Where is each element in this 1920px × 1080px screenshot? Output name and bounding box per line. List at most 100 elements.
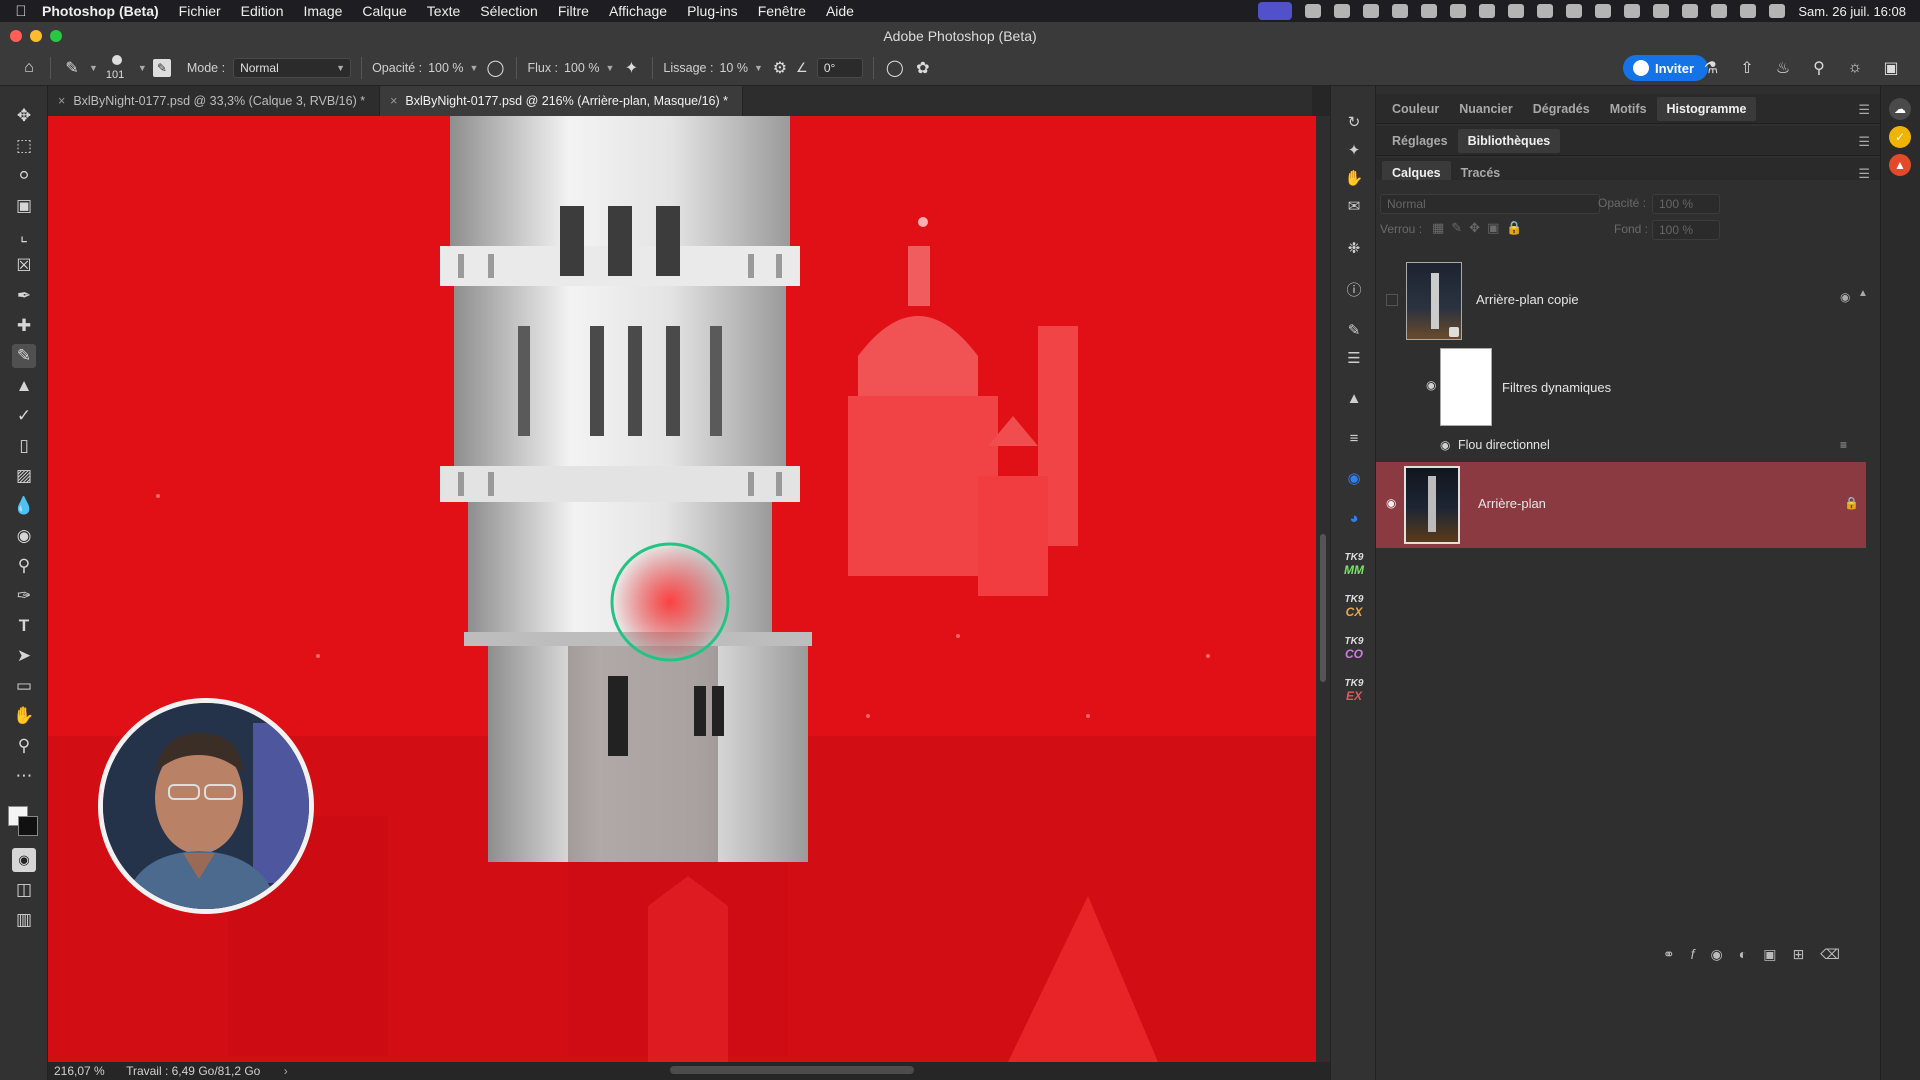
path-selection-tool-icon[interactable]: ➤ — [12, 644, 36, 668]
eye-icon[interactable]: ◉ — [1386, 496, 1396, 510]
chevron-down-icon[interactable]: ▼ — [89, 63, 98, 73]
premiere-icon[interactable] — [1479, 4, 1496, 18]
panel-menu-icon[interactable]: ☰ — [1858, 134, 1870, 150]
smart-filters-row[interactable]: ◉ Filtres dynamiques — [1376, 346, 1846, 430]
tab-reglages[interactable]: Réglages — [1382, 129, 1458, 153]
document-info[interactable]: Travail : 6,49 Go/81,2 Go — [126, 1064, 260, 1078]
menu-calque[interactable]: Calque — [362, 3, 406, 19]
new-layer-icon[interactable]: ⊞ — [1792, 946, 1804, 963]
object-selection-tool-icon[interactable]: ▣ — [12, 194, 36, 218]
move-tool-icon[interactable]: ✥ — [12, 104, 36, 128]
lock-icons[interactable]: ▦✎✥▣🔒 — [1432, 220, 1530, 236]
filter-row[interactable]: ◉ Flou directionnel ≡ — [1376, 432, 1847, 460]
bell-icon[interactable]: ♨ — [1772, 57, 1794, 79]
adjustment-layer-icon[interactable]: ◐ — [1739, 946, 1747, 963]
chevron-down-icon[interactable]: ▼ — [138, 63, 147, 73]
flame-icon[interactable] — [1305, 4, 1322, 18]
layer-thumbnail[interactable] — [1404, 466, 1460, 544]
flask-icon[interactable]: ⚗ — [1700, 57, 1722, 79]
tk9-mm-icon[interactable]: TK9 MM — [1340, 552, 1368, 576]
layer-opacity-input[interactable]: 100 % — [1652, 194, 1720, 214]
background-color-swatch[interactable] — [18, 816, 38, 836]
menu-edition[interactable]: Edition — [241, 3, 284, 19]
flow-input[interactable]: 100 % — [564, 61, 599, 75]
cursor-icon[interactable] — [1392, 4, 1409, 18]
tab-document-1[interactable]: × BxlByNight-0177.psd @ 33,3% (Calque 3, … — [48, 86, 381, 116]
brush-settings-panel-icon[interactable]: ✎ — [1343, 320, 1365, 342]
tab-bibliotheques[interactable]: Bibliothèques — [1457, 128, 1561, 153]
columns-icon[interactable] — [1566, 4, 1583, 18]
menu-aide[interactable]: Aide — [826, 3, 854, 19]
plugin-blue-icon-2[interactable]: ◕ — [1343, 508, 1365, 530]
chevron-up-icon[interactable]: ▲ — [1858, 288, 1868, 299]
chevron-down-icon[interactable]: ▼ — [470, 63, 479, 73]
eye-icon[interactable]: ◉ — [1440, 438, 1450, 452]
close-tab-icon[interactable]: × — [390, 94, 397, 108]
eye-icon[interactable]: ◉ — [1426, 378, 1436, 392]
workspace-icon[interactable]: ▣ — [1880, 57, 1902, 79]
filter-mask-thumbnail[interactable] — [1440, 348, 1492, 426]
menu-fenetre[interactable]: Fenêtre — [758, 3, 806, 19]
menu-selection[interactable]: Sélection — [480, 3, 538, 19]
filter-options-icon[interactable]: ≡ — [1840, 438, 1847, 452]
comments-panel-icon[interactable]: ✉ — [1343, 196, 1365, 218]
zoom-level[interactable]: 216,07 % — [54, 1064, 105, 1078]
wifi-icon[interactable] — [1711, 4, 1728, 18]
link-layers-icon[interactable]: ⚭ — [1663, 946, 1675, 963]
delete-layer-icon[interactable]: ⌫ — [1820, 946, 1840, 963]
marquee-tool-icon[interactable]: ⬚ — [12, 134, 36, 158]
tab-document-2[interactable]: × BxlByNight-0177.psd @ 216% (Arrière-pla… — [380, 86, 743, 116]
blur-tool-icon[interactable]: 💧 — [12, 494, 36, 518]
chevron-right-icon[interactable]: › — [284, 1064, 288, 1078]
invite-button[interactable]: Inviter — [1622, 55, 1708, 81]
screen-record-icon[interactable] — [1258, 2, 1293, 20]
clone-stamp-tool-icon[interactable]: ▲ — [12, 374, 36, 398]
horizontal-scrollbar[interactable] — [670, 1066, 914, 1074]
hand-panel-icon[interactable]: ✋ — [1343, 168, 1365, 190]
share-export-icon[interactable]: ▥ — [12, 908, 36, 932]
eye-status-icon[interactable] — [1450, 4, 1467, 18]
cloud-icon[interactable]: ☁ — [1889, 98, 1911, 120]
close-window-icon[interactable] — [10, 30, 22, 42]
clipboard-icon[interactable] — [1537, 4, 1554, 18]
tk9-co-icon[interactable]: TK9 CO — [1340, 636, 1368, 660]
smoothing-input[interactable]: 10 % — [719, 61, 748, 75]
tk9-ex-icon[interactable]: TK9 EX — [1340, 678, 1368, 702]
chevron-down-icon[interactable]: ▼ — [754, 63, 763, 73]
screen-mode-icon[interactable]: ◫ — [12, 878, 36, 902]
lasso-tool-icon[interactable]: ⚪ — [12, 164, 36, 188]
angle-input[interactable]: 0° — [816, 57, 863, 78]
layer-row-selected[interactable]: ◉ Arrière-plan 🔒 — [1376, 462, 1866, 548]
properties-panel-icon[interactable]: ≡ — [1343, 428, 1365, 450]
clone-source-panel-icon[interactable]: ▲ — [1343, 388, 1365, 410]
more-tools-icon[interactable]: ⋯ — [12, 764, 36, 788]
close-tab-icon[interactable]: × — [58, 94, 65, 108]
layer-row[interactable]: Arrière-plan copie ◉ ▲ — [1376, 260, 1868, 344]
clock[interactable]: Sam. 26 juil. 16:08 — [1798, 4, 1906, 19]
quick-mask-icon[interactable]: ◉ — [12, 848, 36, 872]
plugin-red-icon[interactable]: ▲ — [1889, 154, 1911, 176]
vertical-scrollbar[interactable] — [1316, 116, 1330, 1062]
filter-name[interactable]: Flou directionnel — [1458, 438, 1550, 452]
tab-nuancier[interactable]: Nuancier — [1449, 97, 1523, 121]
brush-tool-icon[interactable]: ✎ — [12, 344, 36, 368]
tab-couleur[interactable]: Couleur — [1382, 97, 1449, 121]
tab-histogramme[interactable]: Histogramme — [1656, 96, 1757, 121]
app-menu[interactable]: Photoshop (Beta) — [42, 3, 159, 19]
minimize-window-icon[interactable] — [30, 30, 42, 42]
pressure-size-icon[interactable]: ◯ — [884, 57, 906, 79]
chevron-down-icon[interactable]: ▼ — [605, 63, 614, 73]
eraser-tool-icon[interactable]: ▯ — [12, 434, 36, 458]
eyedropper-tool-icon[interactable]: ✒ — [12, 284, 36, 308]
apple-icon[interactable]:  — [0, 3, 42, 20]
user-circle-icon[interactable] — [1595, 4, 1612, 18]
play-icon[interactable] — [1624, 4, 1641, 18]
layer-style-icon[interactable]: f — [1691, 946, 1695, 963]
frame-tool-icon[interactable]: ☒ — [12, 254, 36, 278]
history-panel-icon[interactable]: ↻ — [1343, 112, 1365, 134]
lightbulb-icon[interactable]: ☼ — [1844, 57, 1866, 79]
actions-panel-icon[interactable]: ✦ — [1343, 140, 1365, 162]
menu-fichier[interactable]: Fichier — [179, 3, 221, 19]
healing-brush-tool-icon[interactable]: ✚ — [12, 314, 36, 338]
history-brush-tool-icon[interactable]: ✓ — [12, 404, 36, 428]
